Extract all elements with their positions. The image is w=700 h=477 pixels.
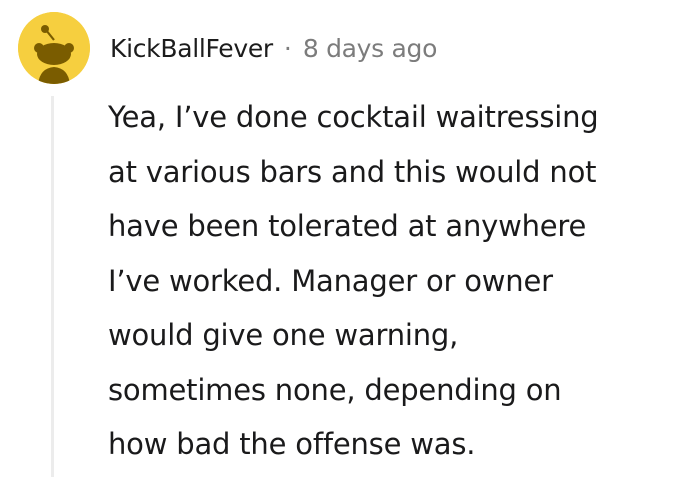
comment-body-line: Yea, I’ve done cocktail waitressing <box>108 100 599 134</box>
thread-line[interactable] <box>51 96 54 477</box>
comment-body-line: I’ve worked. Manager or owner <box>108 263 553 298</box>
comment-header: KickBallFever · 8 days ago <box>110 28 437 68</box>
timestamp[interactable]: 8 days ago <box>303 34 438 63</box>
comment: KickBallFever · 8 days ago Yea, I’ve don… <box>0 0 700 477</box>
comment-body-line: how bad the offense was. <box>108 427 476 461</box>
comment-body: Yea, I’ve done cocktail waitressing at v… <box>108 90 696 472</box>
username-link[interactable]: KickBallFever <box>110 34 273 63</box>
comment-body-line: sometimes none, depending on <box>108 372 562 407</box>
comment-body-line: would give one warning, <box>108 318 459 352</box>
comment-body-line: have been tolerated at anywhere <box>108 209 587 243</box>
snoo-avatar-icon[interactable] <box>18 12 90 84</box>
comment-body-line: at various bars and this would not <box>108 154 597 189</box>
separator-dot: · <box>283 33 292 63</box>
